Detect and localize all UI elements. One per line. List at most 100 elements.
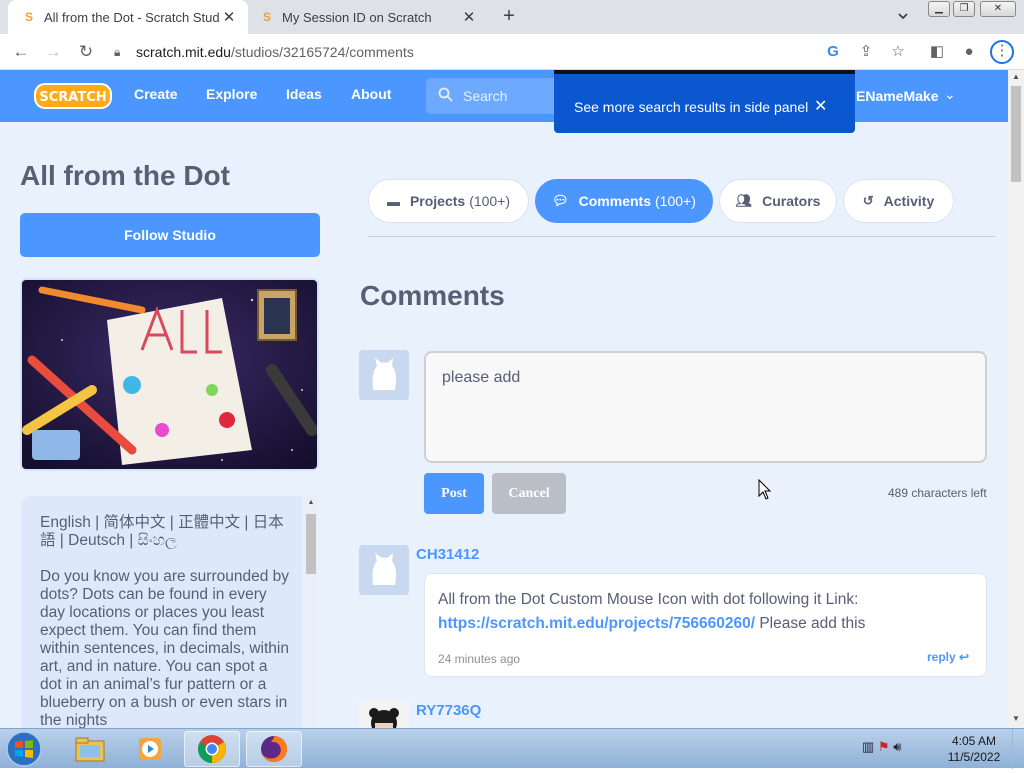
tab-activity[interactable]: ↺ Activity <box>843 179 954 223</box>
nav-create-link[interactable]: Create <box>134 86 178 102</box>
comment-text: All from the Dot Custom Mouse Icon with … <box>438 588 968 636</box>
search-placeholder: Search <box>463 88 508 104</box>
close-window-button[interactable]: ✕ <box>980 1 1016 17</box>
scratch-logo[interactable]: SCRATCH <box>34 82 112 110</box>
reload-icon[interactable]: ↻ <box>75 41 97 63</box>
reply-label: reply <box>927 650 956 664</box>
tab-projects[interactable]: ▬ Projects (100+) <box>368 179 529 223</box>
address-bar[interactable]: 🔒︎ scratch.mit.edu/studios/32165724/comm… <box>108 37 898 67</box>
volume-icon[interactable]: 🔊︎ <box>893 739 901 754</box>
windows-taskbar: ▥ ⚑ 🔊︎ 4:05 AM 11/5/2022 <box>0 728 1024 769</box>
description-scrollbar[interactable]: ▲ <box>303 496 317 728</box>
reply-button[interactable]: reply ↩ <box>927 650 969 664</box>
search-icon <box>438 87 453 106</box>
comment-timestamp: 24 minutes ago <box>438 652 521 666</box>
account-username[interactable]: ENameMake <box>856 88 939 104</box>
restore-button[interactable]: ❐ <box>953 1 975 17</box>
tab-count: (100+) <box>469 193 511 209</box>
description-body: Do you know you are surrounded by dots? … <box>40 568 290 728</box>
comment-text-before: All from the Dot Custom Mouse Icon with … <box>438 591 859 608</box>
history-icon: ↺ <box>862 193 874 208</box>
action-center-flag-icon[interactable]: ⚑ <box>878 739 890 754</box>
scratch-navbar: SCRATCH Create Explore Ideas About Searc… <box>0 70 1008 122</box>
tab-count: (100+) <box>655 193 696 209</box>
comment-textarea[interactable]: please add <box>424 351 987 463</box>
svg-text:SCRATCH: SCRATCH <box>39 90 106 105</box>
description-scroll-thumb[interactable] <box>306 514 316 574</box>
share-icon[interactable]: ⇪ <box>856 42 876 62</box>
firefox-taskbar-icon[interactable] <box>246 731 302 767</box>
tab-label: Curators <box>762 193 821 209</box>
google-lens-icon[interactable]: G <box>823 42 843 62</box>
mouse-cursor <box>758 478 772 501</box>
comment-link[interactable]: https://scratch.mit.edu/projects/7566602… <box>438 615 755 632</box>
bookmark-star-icon[interactable]: ☆ <box>888 42 908 62</box>
chevron-down-icon[interactable]: ⌄ <box>944 86 956 103</box>
chrome-taskbar-icon[interactable] <box>184 731 240 767</box>
nav-ideas-link[interactable]: Ideas <box>286 86 322 102</box>
comment-icon: 💬︎ <box>552 193 569 208</box>
nav-about-link[interactable]: About <box>351 86 391 102</box>
tab-label: Comments <box>578 193 651 209</box>
studio-description: English | 简体中文 | 正體中文 | 日本語 | Deutsch | … <box>22 496 302 728</box>
browser-toolbar: ← → ↻ 🔒︎ scratch.mit.edu/studios/3216572… <box>0 34 1024 70</box>
url-path: /studios/32165724/comments <box>230 44 414 60</box>
cancel-button[interactable]: Cancel <box>492 473 566 514</box>
start-button[interactable] <box>4 730 44 768</box>
projects-icon: ▬ <box>386 193 400 209</box>
scroll-up-icon[interactable]: ▲ <box>1008 70 1024 84</box>
explorer-taskbar-icon[interactable] <box>62 731 118 767</box>
back-arrow-icon[interactable]: ← <box>10 41 32 63</box>
close-tab-icon[interactable]: ✕ <box>460 8 478 26</box>
show-desktop-button[interactable] <box>1012 729 1024 769</box>
tab-curators[interactable]: 👥︎ Curators <box>719 179 837 223</box>
comment-author[interactable]: RY7736Q <box>416 702 481 719</box>
comment-text-after: Please add this <box>755 615 866 632</box>
clock-date[interactable]: 11/5/2022 <box>946 750 1002 764</box>
people-icon: 👥︎ <box>735 193 753 208</box>
profile-icon[interactable]: ● <box>959 42 979 62</box>
page-scroll-thumb[interactable] <box>1011 86 1021 182</box>
forward-arrow-icon[interactable]: → <box>42 41 64 63</box>
description-languages: English | 简体中文 | 正體中文 | 日本語 | Deutsch | … <box>40 514 284 549</box>
comments-heading: Comments <box>360 280 505 311</box>
side-panel-search-popup: See more search results in side panel ✕ <box>554 70 855 133</box>
tab-comments[interactable]: 💬︎ Comments (100+) <box>535 179 713 223</box>
system-tray[interactable]: ▥ ⚑ 🔊︎ <box>862 739 932 759</box>
scroll-down-icon[interactable]: ▼ <box>1008 712 1024 726</box>
comment-avatar[interactable] <box>359 701 409 728</box>
scratch-favicon-icon: S <box>262 10 271 24</box>
tabs-divider <box>368 236 995 237</box>
tab-title: My Session ID on Scratch <box>282 9 432 25</box>
nav-explore-link[interactable]: Explore <box>206 86 257 102</box>
scratch-favicon-icon: S <box>24 10 33 24</box>
clock-time[interactable]: 4:05 AM <box>946 734 1002 748</box>
side-panel-icon[interactable]: ◧ <box>927 42 947 62</box>
tab-label: Projects <box>409 193 466 209</box>
tab-search-icon[interactable] <box>896 9 912 25</box>
close-icon[interactable]: ✕ <box>814 96 827 116</box>
new-tab-button[interactable]: + <box>498 6 520 28</box>
comment-author[interactable]: CH31412 <box>416 546 479 563</box>
browser-tab-session[interactable]: S My Session ID on Scratch ✕ <box>252 0 488 34</box>
browser-tab-strip: S All from the Dot - Scratch Studio ✕ S … <box>0 0 1024 34</box>
follow-studio-button[interactable]: Follow Studio <box>20 213 320 257</box>
scroll-up-icon[interactable]: ▲ <box>303 496 319 510</box>
comment-bubble: All from the Dot Custom Mouse Icon with … <box>424 573 987 677</box>
close-tab-icon[interactable]: ✕ <box>220 8 238 26</box>
popup-text: See more search results in side panel <box>574 99 809 115</box>
page-scrollbar[interactable]: ▲ ▼ <box>1008 70 1024 728</box>
media-player-taskbar-icon[interactable] <box>122 731 178 767</box>
minimize-button[interactable]: ▁ <box>928 1 950 17</box>
network-icon[interactable]: ▥ <box>862 739 874 754</box>
reply-arrow-icon: ↩ <box>959 650 970 664</box>
tab-title: All from the Dot - Scratch Studio <box>44 9 220 25</box>
studio-thumbnail <box>20 278 319 471</box>
chrome-menu-icon[interactable]: ⋮ <box>990 40 1014 64</box>
comment-avatar[interactable] <box>359 545 409 595</box>
url-host: scratch.mit.edu <box>136 44 231 60</box>
search-input[interactable]: Search <box>426 78 566 114</box>
studio-title: All from the Dot <box>20 160 230 191</box>
post-button[interactable]: Post <box>424 473 484 514</box>
browser-tab-studio[interactable]: S All from the Dot - Scratch Studio ✕ <box>8 0 248 34</box>
